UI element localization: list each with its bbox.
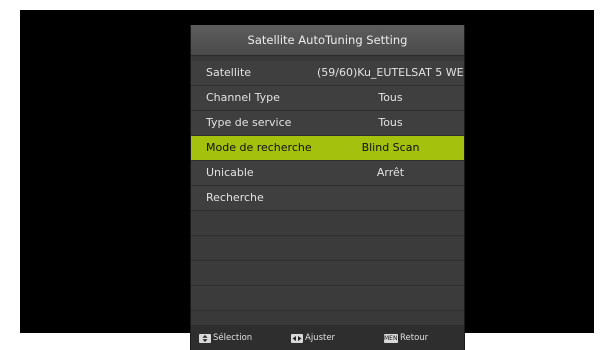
panel-title: Satellite AutoTuning Setting bbox=[191, 25, 464, 56]
menu-item-search[interactable]: Recherche bbox=[191, 186, 464, 211]
hint-return-label: Retour bbox=[400, 333, 429, 343]
empty-row bbox=[191, 211, 464, 236]
menu-item-search-mode[interactable]: Mode de recherche Blind Scan bbox=[191, 136, 464, 161]
menu-item-channel-type[interactable]: Channel Type Tous bbox=[191, 86, 464, 111]
hint-adjust: Ajuster bbox=[291, 333, 335, 343]
up-down-arrows-icon bbox=[199, 333, 211, 343]
hint-return: MENU Retour bbox=[384, 333, 428, 343]
hint-adjust-label: Ajuster bbox=[305, 333, 336, 343]
hint-select: Sélection bbox=[199, 333, 252, 343]
menu-key-icon: MENU bbox=[384, 333, 402, 343]
menu-item-label: Recherche bbox=[206, 191, 264, 204]
menu-item-unicable[interactable]: Unicable Arrêt bbox=[191, 161, 464, 186]
settings-list: Satellite (59/60)Ku_EUTELSAT 5 WE.. Chan… bbox=[191, 61, 464, 311]
menu-item-label: Mode de recherche bbox=[206, 141, 312, 154]
menu-item-satellite[interactable]: Satellite (59/60)Ku_EUTELSAT 5 WE.. bbox=[191, 61, 464, 86]
empty-row bbox=[191, 286, 464, 311]
empty-row bbox=[191, 236, 464, 261]
menu-item-value: Tous bbox=[378, 91, 403, 104]
menu-item-value: Tous bbox=[378, 116, 403, 129]
left-right-arrows-icon bbox=[291, 333, 303, 343]
menu-item-value: (59/60)Ku_EUTELSAT 5 WE.. bbox=[317, 66, 464, 79]
hint-select-label: Sélection bbox=[213, 333, 253, 343]
menu-item-label: Type de service bbox=[206, 116, 292, 129]
autotuning-panel: Satellite AutoTuning Setting Satellite (… bbox=[191, 25, 464, 350]
key-hints-bar: Sélection Ajuster MENU Retour bbox=[191, 325, 464, 350]
empty-row bbox=[191, 261, 464, 286]
menu-item-value: Arrêt bbox=[376, 166, 405, 179]
menu-item-value: Blind Scan bbox=[361, 141, 420, 154]
tv-screen: Satellite AutoTuning Setting Satellite (… bbox=[20, 10, 594, 350]
menu-item-label: Unicable bbox=[206, 166, 254, 179]
menu-item-label: Channel Type bbox=[206, 91, 280, 104]
menu-item-service-type[interactable]: Type de service Tous bbox=[191, 111, 464, 136]
menu-item-label: Satellite bbox=[206, 66, 252, 79]
